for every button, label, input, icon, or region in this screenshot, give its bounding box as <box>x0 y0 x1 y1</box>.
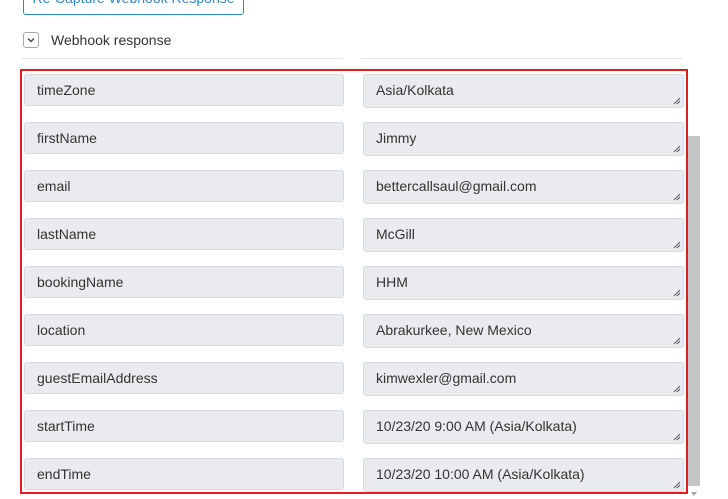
field-row: bookingName HHM <box>24 266 684 300</box>
field-row: location Abrakurkee, New Mexico <box>24 314 684 348</box>
resize-grip-icon[interactable] <box>673 241 681 249</box>
field-row: timeZone Asia/Kolkata <box>24 74 684 108</box>
field-value-input[interactable]: 10/23/20 9:00 AM (Asia/Kolkata) <box>363 410 684 444</box>
field-key-input[interactable]: lastName <box>24 218 344 250</box>
webhook-fields-panel: timeZone Asia/Kolkata firstName Jimmy em… <box>20 69 688 494</box>
field-key-input[interactable]: bookingName <box>24 266 344 298</box>
scrollbar-thumb[interactable] <box>688 136 700 486</box>
field-value-text: Asia/Kolkata <box>376 82 454 98</box>
divider-left <box>22 58 342 59</box>
resize-grip-icon[interactable] <box>673 193 681 201</box>
resize-grip-icon[interactable] <box>673 145 681 153</box>
field-key-input[interactable]: firstName <box>24 122 344 154</box>
field-value-text: Abrakurkee, New Mexico <box>376 322 532 338</box>
field-value-input[interactable]: Jimmy <box>363 122 684 156</box>
field-value-input[interactable]: HHM <box>363 266 684 300</box>
recapture-button-label: Re-Capture Webhook Response <box>24 0 243 8</box>
field-key-input[interactable]: endTime <box>24 458 344 490</box>
field-value-input[interactable]: 10/23/20 10:00 AM (Asia/Kolkata) <box>363 458 684 492</box>
webhook-response-toggle[interactable] <box>23 32 39 48</box>
field-key-input[interactable]: location <box>24 314 344 346</box>
resize-grip-icon[interactable] <box>673 385 681 393</box>
field-value-text: HHM <box>376 274 408 290</box>
resize-grip-icon[interactable] <box>673 433 681 441</box>
field-value-text: 10/23/20 10:00 AM (Asia/Kolkata) <box>376 466 585 482</box>
divider-right <box>361 58 682 59</box>
resize-grip-icon[interactable] <box>673 97 681 105</box>
field-row: firstName Jimmy <box>24 122 684 156</box>
field-row: endTime 10/23/20 10:00 AM (Asia/Kolkata) <box>24 458 684 492</box>
webhook-response-label: Webhook response <box>51 32 172 48</box>
field-key-input[interactable]: startTime <box>24 410 344 442</box>
field-value-input[interactable]: kimwexler@gmail.com <box>363 362 684 396</box>
field-row: startTime 10/23/20 9:00 AM (Asia/Kolkata… <box>24 410 684 444</box>
resize-grip-icon[interactable] <box>673 289 681 297</box>
field-key-input[interactable]: guestEmailAddress <box>24 362 344 394</box>
field-value-input[interactable]: Asia/Kolkata <box>363 74 684 108</box>
scroll-down-arrow-icon[interactable] <box>690 490 698 498</box>
field-key-input[interactable]: timeZone <box>24 74 344 106</box>
field-row: guestEmailAddress kimwexler@gmail.com <box>24 362 684 396</box>
field-value-text: kimwexler@gmail.com <box>376 370 517 386</box>
field-value-text: bettercallsaul@gmail.com <box>376 178 537 194</box>
resize-grip-icon[interactable] <box>673 481 681 489</box>
field-value-input[interactable]: Abrakurkee, New Mexico <box>363 314 684 348</box>
field-row: lastName McGill <box>24 218 684 252</box>
field-value-text: McGill <box>376 226 415 242</box>
field-value-input[interactable]: bettercallsaul@gmail.com <box>363 170 684 204</box>
field-value-text: 10/23/20 9:00 AM (Asia/Kolkata) <box>376 418 577 434</box>
field-value-text: Jimmy <box>376 130 417 146</box>
field-row: email bettercallsaul@gmail.com <box>24 170 684 204</box>
resize-grip-icon[interactable] <box>673 337 681 345</box>
field-key-input[interactable]: email <box>24 170 344 202</box>
chevron-down-icon <box>27 38 35 43</box>
field-value-input[interactable]: McGill <box>363 218 684 252</box>
recapture-webhook-response-button[interactable]: Re-Capture Webhook Response <box>23 0 244 15</box>
